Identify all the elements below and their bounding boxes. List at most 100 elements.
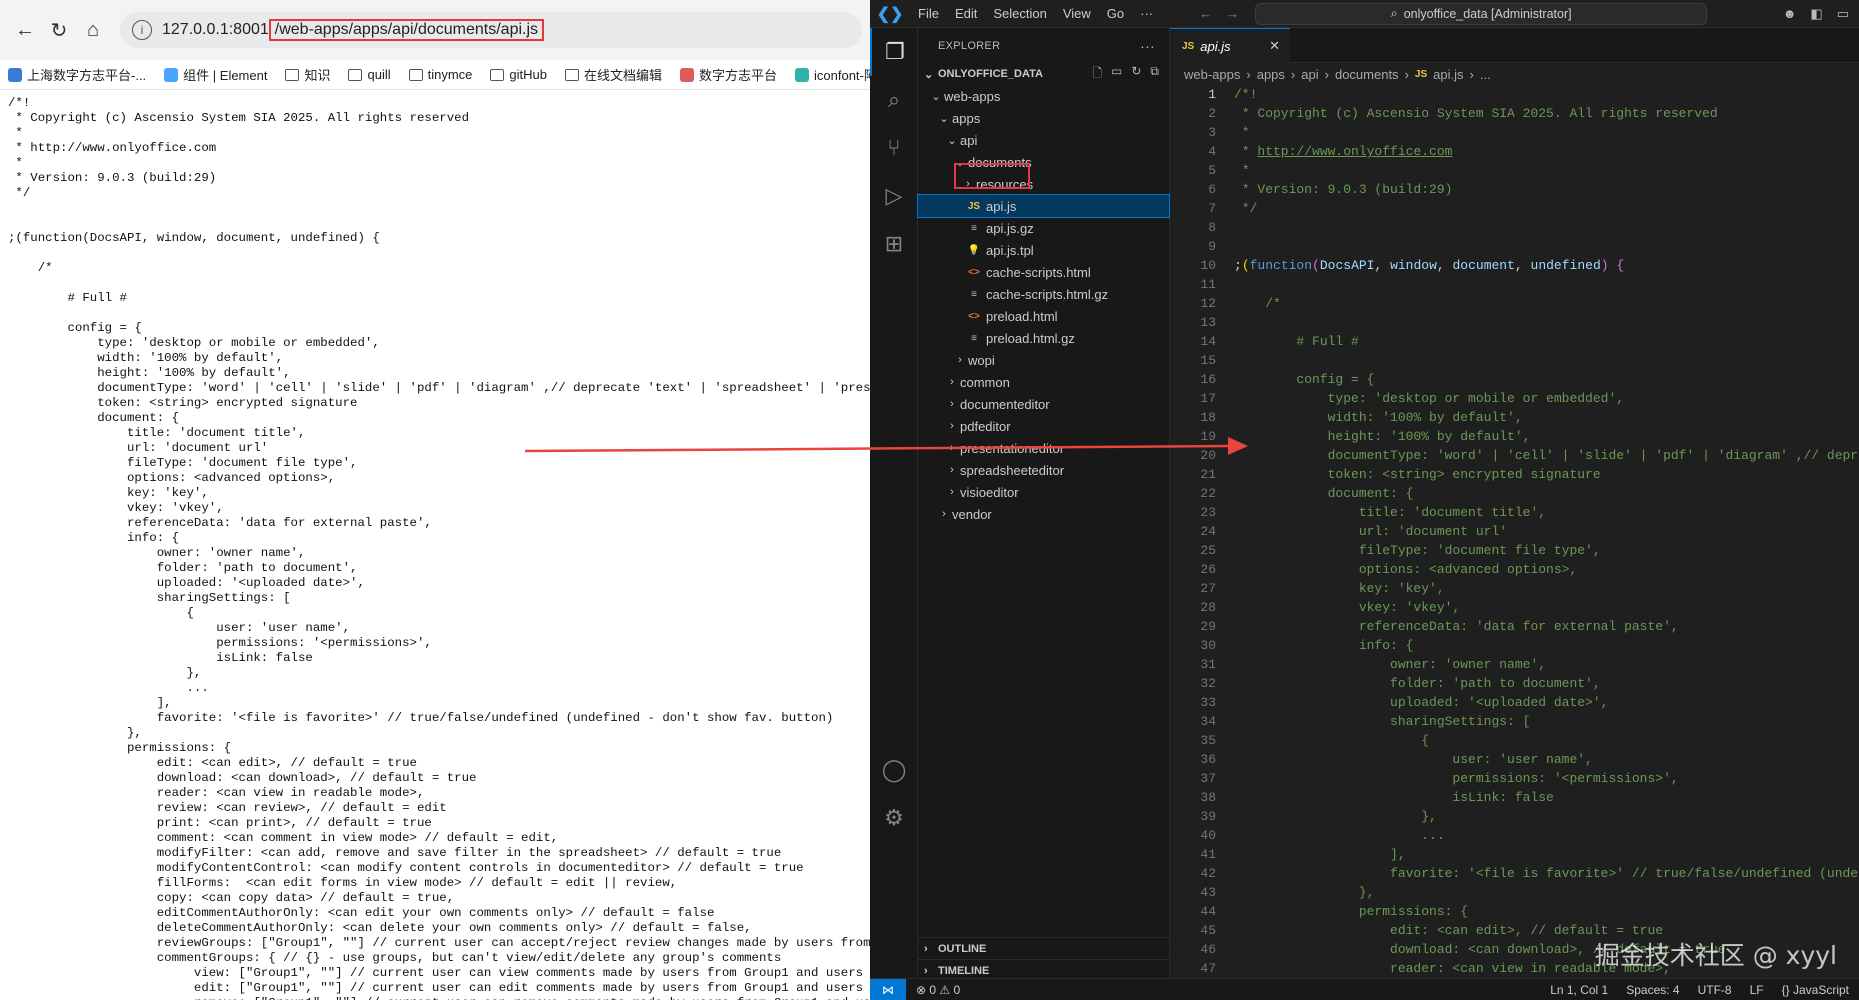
home-icon[interactable]: ⌂ — [76, 13, 110, 47]
code-line[interactable]: uploaded: '<uploaded date>', — [1234, 693, 1859, 712]
code-line[interactable]: }, — [1234, 883, 1859, 902]
bookmark-item[interactable]: 组件 | Element — [164, 65, 267, 84]
code-line[interactable]: isLink: false — [1234, 788, 1859, 807]
back-icon[interactable]: ← — [8, 13, 42, 47]
bookmark-item[interactable]: gitHub — [490, 67, 547, 82]
code-line[interactable]: owner: 'owner name', — [1234, 655, 1859, 674]
collapse-all-icon[interactable]: ⧉ — [1150, 64, 1159, 85]
code-line[interactable]: { — [1234, 731, 1859, 750]
search-view-icon[interactable]: ⌕ — [870, 76, 918, 124]
code-line[interactable]: title: 'document title', — [1234, 503, 1859, 522]
code-line[interactable]: config = { — [1234, 370, 1859, 389]
menu-item[interactable]: Selection — [985, 6, 1054, 21]
code-line[interactable]: key: 'key', — [1234, 579, 1859, 598]
tree-item[interactable]: ≡ api.js.gz — [918, 217, 1169, 239]
remote-icon[interactable]: ⋈ — [870, 978, 906, 1000]
tree-item[interactable]: ⌄ web-apps — [918, 85, 1169, 107]
tree-item[interactable]: ⌄ apps — [918, 107, 1169, 129]
problems-indicator[interactable]: ⊗ 0 ⚠ 0 — [916, 983, 960, 997]
tree-item[interactable]: › wopi — [918, 349, 1169, 371]
tree-item[interactable]: 💡 api.js.tpl — [918, 239, 1169, 261]
explorer-icon[interactable]: ❐ — [870, 28, 918, 76]
tree-item[interactable]: ≡ preload.html.gz — [918, 327, 1169, 349]
tree-item[interactable]: <> cache-scripts.html — [918, 261, 1169, 283]
code-line[interactable] — [1234, 218, 1859, 237]
code-line[interactable]: * — [1234, 161, 1859, 180]
bookmark-item[interactable]: 上海数字方志平台-... — [8, 65, 146, 84]
close-icon[interactable]: ✕ — [1269, 38, 1290, 54]
code-line[interactable]: info: { — [1234, 636, 1859, 655]
gear-icon[interactable]: ⚙ — [870, 794, 918, 842]
end-of-line[interactable]: LF — [1750, 983, 1764, 997]
encoding[interactable]: UTF-8 — [1698, 983, 1732, 997]
language-mode[interactable]: {} JavaScript — [1782, 983, 1849, 997]
code-line[interactable]: url: 'document url' — [1234, 522, 1859, 541]
tree-item[interactable]: › visioeditor — [918, 481, 1169, 503]
code-line[interactable]: }, — [1234, 807, 1859, 826]
breadcrumb-item[interactable]: ... — [1480, 67, 1491, 82]
tree-item[interactable]: ≡ cache-scripts.html.gz — [918, 283, 1169, 305]
copilot-icon[interactable]: ☻ — [1783, 6, 1797, 22]
panel-toggle-icon[interactable]: ▭ — [1837, 6, 1849, 22]
bookmark-item[interactable]: tinymce — [408, 67, 472, 82]
code-line[interactable]: * Copyright (c) Ascensio System SIA 2025… — [1234, 104, 1859, 123]
reload-icon[interactable]: ↻ — [42, 13, 76, 47]
breadcrumb-item[interactable]: api.js — [1433, 67, 1463, 82]
more-actions-icon[interactable]: ··· — [1140, 38, 1169, 54]
code-line[interactable]: folder: 'path to document', — [1234, 674, 1859, 693]
tree-item[interactable]: › documenteditor — [918, 393, 1169, 415]
code-line[interactable]: user: 'user name', — [1234, 750, 1859, 769]
code-line[interactable] — [1234, 275, 1859, 294]
workspace-section[interactable]: ⌄ ONLYOFFICE_DATA 🗋 ▭ ↻ ⧉ — [918, 63, 1169, 85]
account-icon[interactable]: ◯ — [870, 746, 918, 794]
new-folder-icon[interactable]: ▭ — [1111, 64, 1122, 85]
indentation[interactable]: Spaces: 4 — [1626, 983, 1679, 997]
tree-item[interactable]: › presentationeditor — [918, 437, 1169, 459]
code-line[interactable]: width: '100% by default', — [1234, 408, 1859, 427]
breadcrumb-item[interactable]: apps — [1257, 67, 1285, 82]
code-line[interactable]: ], — [1234, 845, 1859, 864]
code-content[interactable]: /*! * Copyright (c) Ascensio System SIA … — [1234, 85, 1859, 978]
tab-api-js[interactable]: JS api.js ✕ — [1170, 28, 1290, 63]
code-line[interactable]: documentType: 'word' | 'cell' | 'slide' … — [1234, 446, 1859, 465]
code-line[interactable]: */ — [1234, 199, 1859, 218]
code-line[interactable]: token: <string> encrypted signature — [1234, 465, 1859, 484]
tree-item[interactable]: › spreadsheeteditor — [918, 459, 1169, 481]
code-line[interactable]: /* — [1234, 294, 1859, 313]
code-line[interactable]: ;(function(DocsAPI, window, document, un… — [1234, 256, 1859, 275]
bookmark-item[interactable]: iconfont-阿里 — [795, 65, 870, 84]
code-line[interactable] — [1234, 237, 1859, 256]
tree-item[interactable]: › common — [918, 371, 1169, 393]
new-file-icon[interactable]: 🗋 — [1092, 64, 1102, 85]
menu-item[interactable]: View — [1055, 6, 1099, 21]
tree-item[interactable]: › pdfeditor — [918, 415, 1169, 437]
code-line[interactable]: type: 'desktop or mobile or embedded', — [1234, 389, 1859, 408]
layout-toggle-icon[interactable]: ◧ — [1810, 6, 1822, 22]
address-bar[interactable]: i 127.0.0.1:8001 /web-apps/apps/api/docu… — [120, 12, 862, 48]
bookmark-item[interactable]: 数字方志平台 — [680, 65, 777, 84]
code-line[interactable]: vkey: 'vkey', — [1234, 598, 1859, 617]
code-line[interactable]: sharingSettings: [ — [1234, 712, 1859, 731]
refresh-icon[interactable]: ↻ — [1131, 64, 1141, 85]
code-line[interactable]: permissions: '<permissions>', — [1234, 769, 1859, 788]
code-line[interactable]: referenceData: 'data for external paste'… — [1234, 617, 1859, 636]
tree-item[interactable]: <> preload.html — [918, 305, 1169, 327]
code-line[interactable] — [1234, 351, 1859, 370]
code-line[interactable]: options: <advanced options>, — [1234, 560, 1859, 579]
extensions-icon[interactable]: ⊞ — [870, 220, 918, 268]
code-line[interactable]: document: { — [1234, 484, 1859, 503]
source-control-icon[interactable]: ⑂ — [870, 124, 918, 172]
breadcrumb-item[interactable]: web-apps — [1184, 67, 1240, 82]
breadcrumb-item[interactable]: documents — [1335, 67, 1399, 82]
code-line[interactable] — [1234, 313, 1859, 332]
code-line[interactable]: * Version: 9.0.3 (build:29) — [1234, 180, 1859, 199]
outline-section[interactable]: › OUTLINE — [918, 937, 1170, 959]
code-editor[interactable]: 1 2 3 4 5 6 7 8 9 10 11 12 13 14 15 16 17 18 19 20 21 22 23 24 2… — [1170, 85, 1859, 978]
tree-item[interactable]: ⌄ api — [918, 129, 1169, 151]
code-line[interactable]: * — [1234, 123, 1859, 142]
breadcrumb-item[interactable]: api — [1301, 67, 1318, 82]
code-line[interactable]: height: '100% by default', — [1234, 427, 1859, 446]
code-line[interactable]: ... — [1234, 826, 1859, 845]
code-line[interactable]: /*! — [1234, 85, 1859, 104]
tree-item[interactable]: JS api.js — [917, 194, 1170, 218]
